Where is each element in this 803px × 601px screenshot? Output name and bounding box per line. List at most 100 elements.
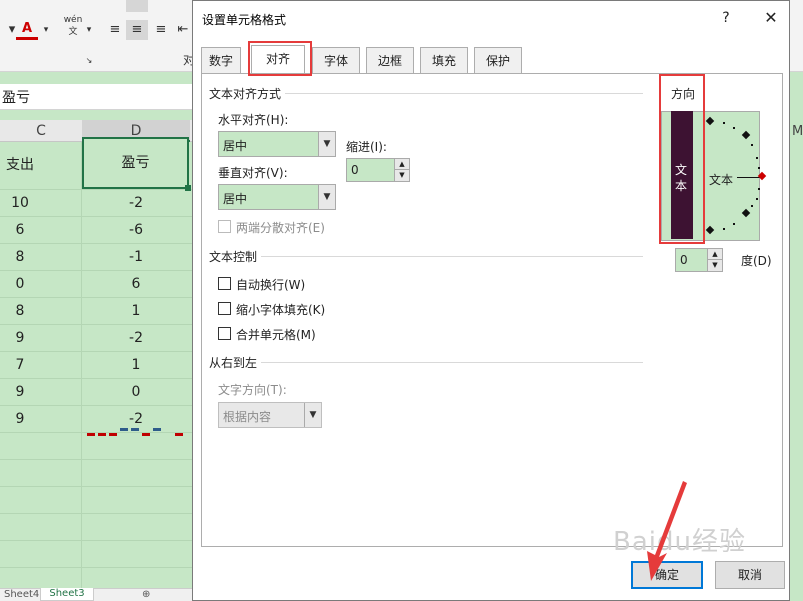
- sheet-grid[interactable]: 支出 10 6 8 0 8 9 7 9 9 -2 -6 -1 6 1 -2 1 …: [0, 142, 192, 594]
- orientation-dot: [756, 198, 758, 200]
- wrap-text-label: 自动换行(W): [236, 278, 306, 292]
- cell-c[interactable]: 6: [0, 217, 40, 243]
- grid-line: [0, 540, 192, 541]
- phonetic-dropdown-icon[interactable]: ▾: [84, 20, 94, 40]
- orientation-dot: [723, 228, 725, 230]
- cell-d[interactable]: -1: [82, 244, 190, 270]
- dash-mark-red: [142, 433, 150, 436]
- orientation-dot: [733, 223, 735, 225]
- orientation-sample-text: 文本: [709, 173, 734, 187]
- spin-up-icon[interactable]: ▲: [707, 249, 722, 260]
- font-color-dropdown-icon[interactable]: ▾: [40, 20, 52, 40]
- sheet-right-edge: M: [790, 120, 803, 601]
- cell-d[interactable]: -2: [82, 190, 190, 216]
- cell-d[interactable]: 1: [82, 298, 190, 324]
- format-cells-dialog: 设置单元格格式 ? ✕ 数字 对齐 字体 边框 填充 保护 文本对齐方式 水平对…: [192, 0, 790, 601]
- cell-d[interactable]: 6: [82, 271, 190, 297]
- cell-c[interactable]: 0: [0, 271, 40, 297]
- selected-cell-d-header[interactable]: 盈亏: [82, 137, 191, 191]
- cell-c[interactable]: 8: [0, 244, 40, 270]
- align-right-icon[interactable]: ≡: [150, 20, 172, 40]
- grid-line: [0, 513, 192, 514]
- degrees-spinner[interactable]: 0 ▲ ▼: [675, 248, 723, 272]
- font-dialog-launcher-icon[interactable]: ↘: [84, 56, 94, 66]
- chevron-down-icon[interactable]: ▼: [318, 132, 335, 156]
- orientation-dot: [751, 144, 753, 146]
- orientation-dot: [751, 205, 753, 207]
- orientation-dot: [723, 122, 725, 124]
- group-divider: [261, 362, 643, 363]
- indent-value: 0: [351, 163, 359, 177]
- cell-d[interactable]: 0: [82, 379, 190, 405]
- cell-d[interactable]: 1: [82, 352, 190, 378]
- dash-mark-red: [109, 433, 117, 436]
- orientation-dot: [758, 188, 760, 190]
- grid-line: [0, 459, 192, 460]
- formula-bar-value: 盈亏: [2, 90, 30, 106]
- chevron-down-icon[interactable]: ▼: [304, 403, 321, 427]
- font-color-button[interactable]: A: [16, 20, 38, 40]
- cell-c[interactable]: 9: [0, 406, 40, 432]
- orientation-dot: [758, 167, 760, 169]
- tab-number[interactable]: 数字: [201, 47, 241, 74]
- merge-cells-checkbox[interactable]: [218, 327, 231, 340]
- grid-line: [0, 486, 192, 487]
- orientation-dot: [756, 157, 758, 159]
- cell-c[interactable]: 8: [0, 298, 40, 324]
- spin-down-icon[interactable]: ▼: [394, 170, 409, 181]
- indent-icon[interactable]: ⇤: [176, 20, 190, 40]
- column-header-m[interactable]: M: [792, 124, 803, 139]
- cell-d[interactable]: -6: [82, 217, 190, 243]
- cell-c[interactable]: 9: [0, 379, 40, 405]
- column-header-c[interactable]: C: [0, 120, 82, 142]
- dash-mark-blue: [131, 428, 139, 431]
- text-direction-label: 文字方向(T):: [218, 383, 287, 397]
- cancel-button[interactable]: 取消: [715, 561, 785, 589]
- cell-c-header[interactable]: 支出: [0, 152, 40, 178]
- tab-fill[interactable]: 填充: [420, 47, 468, 74]
- cell-d[interactable]: -2: [82, 325, 190, 351]
- formula-bar[interactable]: 盈亏: [0, 84, 200, 110]
- group-divider: [283, 93, 643, 94]
- dash-mark-red: [87, 433, 95, 436]
- align-middle-icon[interactable]: [126, 0, 148, 12]
- close-button[interactable]: ✕: [758, 7, 784, 29]
- vertical-align-select[interactable]: 居中 ▼: [218, 184, 336, 210]
- tab-font[interactable]: 字体: [312, 47, 360, 74]
- horizontal-align-select[interactable]: 居中 ▼: [218, 131, 336, 157]
- sheet-tab[interactable]: Sheet4: [4, 589, 39, 601]
- cell-c[interactable]: 7: [0, 352, 40, 378]
- dash-mark-blue: [153, 428, 161, 431]
- dash-mark-red: [175, 433, 183, 436]
- distributed-checkbox[interactable]: [218, 220, 231, 233]
- grid-line: [0, 567, 192, 568]
- indent-spinner[interactable]: 0 ▲ ▼: [346, 158, 410, 182]
- tab-border[interactable]: 边框: [366, 47, 414, 74]
- dash-mark-red: [98, 433, 106, 436]
- shrink-to-fit-checkbox[interactable]: [218, 302, 231, 315]
- distributed-label: 两端分散对齐(E): [236, 221, 325, 235]
- align-left-icon[interactable]: ≡: [104, 20, 126, 40]
- wrap-text-checkbox[interactable]: [218, 277, 231, 290]
- dialog-titlebar[interactable]: 设置单元格格式 ? ✕: [193, 1, 789, 35]
- vertical-align-value: 居中: [223, 192, 248, 206]
- orientation-highlight-box: [659, 74, 705, 244]
- group-divider: [261, 256, 643, 257]
- text-direction-select[interactable]: 根据内容 ▼: [218, 402, 322, 428]
- spin-down-icon[interactable]: ▼: [707, 260, 722, 271]
- text-control-group-title: 文本控制: [209, 248, 262, 265]
- orientation-dot: [733, 127, 735, 129]
- tab-protection[interactable]: 保护: [474, 47, 522, 74]
- dialog-title: 设置单元格格式: [202, 13, 287, 27]
- cell-c[interactable]: 9: [0, 325, 40, 351]
- vertical-align-label: 垂直对齐(V):: [218, 166, 288, 180]
- add-sheet-icon[interactable]: ⊕: [142, 589, 150, 601]
- sheet-tab-active[interactable]: Sheet3: [40, 588, 94, 601]
- cell-c[interactable]: 10: [0, 190, 40, 216]
- help-button[interactable]: ?: [715, 7, 737, 29]
- chevron-down-icon[interactable]: ▼: [318, 185, 335, 209]
- phonetic-button[interactable]: wén 文: [62, 14, 84, 38]
- spin-up-icon[interactable]: ▲: [394, 159, 409, 170]
- align-center-icon[interactable]: ≡: [126, 20, 148, 40]
- dash-mark-blue: [120, 428, 128, 431]
